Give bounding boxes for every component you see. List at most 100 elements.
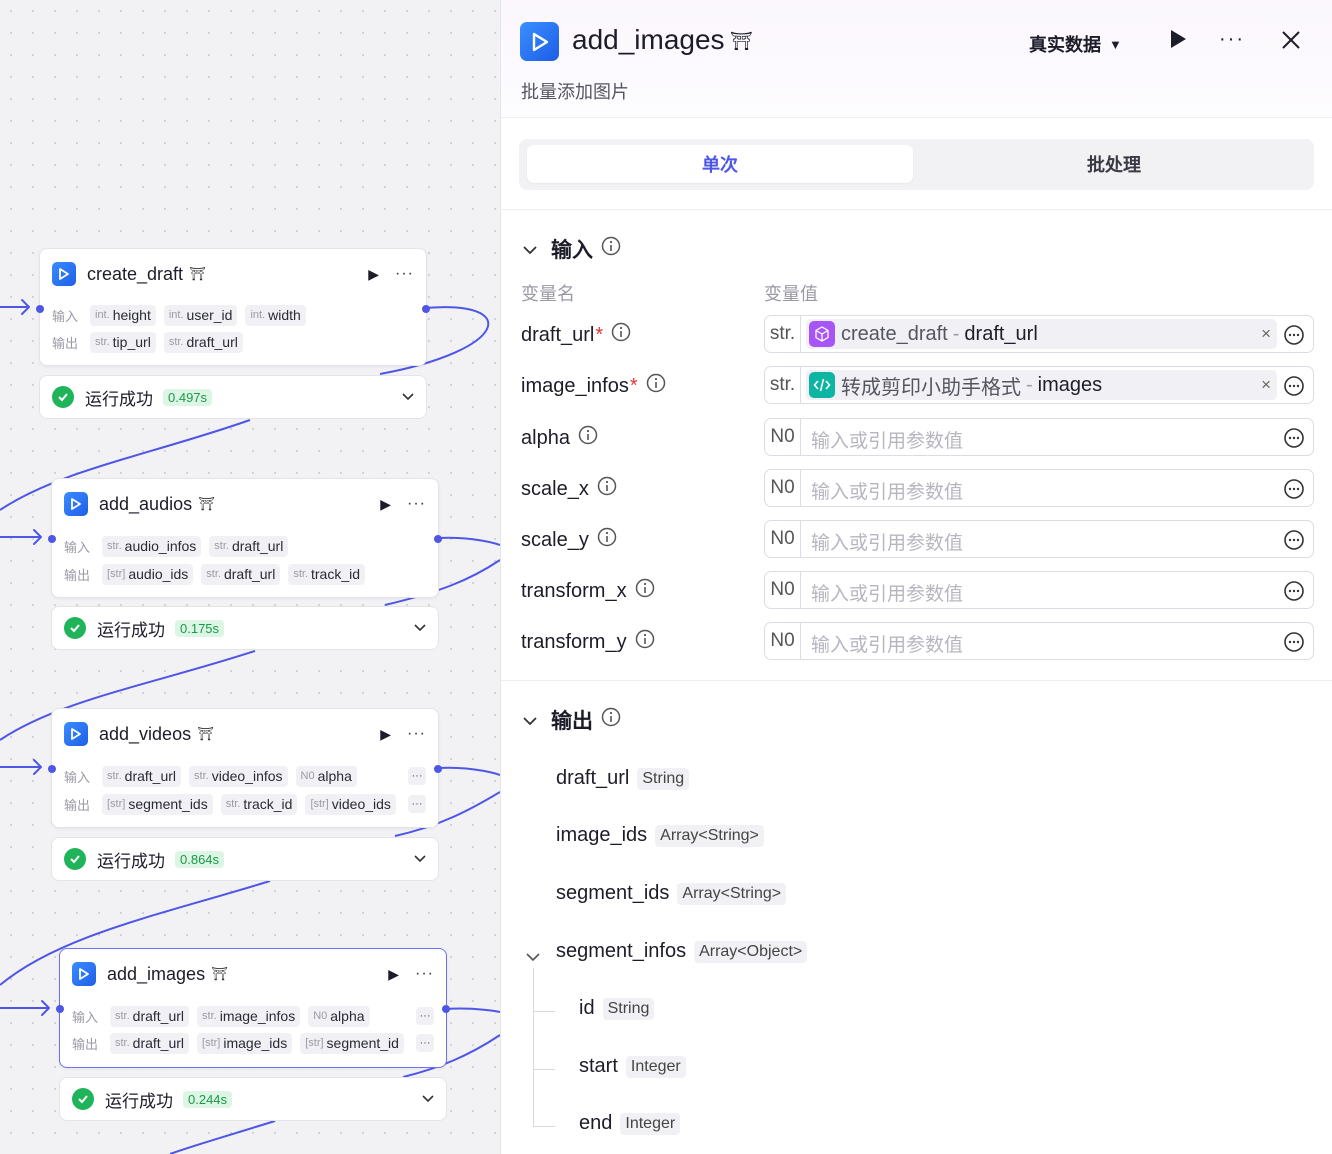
input-port[interactable] bbox=[36, 305, 44, 313]
reference-chip[interactable]: 转成剪印小助手格式 - images × bbox=[806, 370, 1277, 400]
more-params-button[interactable]: ··· bbox=[408, 795, 426, 813]
tab-batch[interactable]: 批处理 bbox=[921, 145, 1307, 183]
node-add-audios[interactable]: add_audios ⛩ ▶ ··· 输入 str. audio_infos st… bbox=[48, 478, 442, 598]
more-params-button[interactable]: ··· bbox=[416, 1007, 434, 1025]
variable-picker-icon[interactable] bbox=[1283, 478, 1305, 505]
chevron-down-icon bbox=[523, 237, 537, 261]
output-port[interactable] bbox=[422, 305, 430, 313]
param-tag: [str] segment_id bbox=[300, 1032, 404, 1054]
node-status-bar[interactable]: 运行成功 0.864s bbox=[51, 837, 439, 881]
info-icon[interactable] bbox=[646, 373, 666, 399]
node-more-button[interactable]: ··· bbox=[395, 266, 414, 282]
more-params-button[interactable]: ··· bbox=[408, 767, 426, 785]
param-tag: int. height bbox=[90, 304, 156, 326]
output-child-item: id String bbox=[579, 997, 655, 1020]
chevron-down-icon[interactable] bbox=[402, 388, 414, 406]
node-more-button[interactable]: ··· bbox=[407, 726, 426, 742]
clear-icon[interactable]: × bbox=[1261, 375, 1271, 395]
output-item-expandable[interactable]: segment_infos Array<Object> bbox=[556, 940, 808, 963]
node-header: create_draft ⛩ ▶ ··· bbox=[52, 261, 414, 287]
reference-chip[interactable]: create_draft - draft_url × bbox=[806, 319, 1277, 349]
output-type-badge: Integer bbox=[620, 1112, 681, 1135]
param-value-field[interactable]: N0 输入或引用参数值 bbox=[764, 469, 1314, 507]
node-add-videos[interactable]: add_videos ⛩ ▶ ··· 输入 str. draft_url str.… bbox=[48, 708, 442, 828]
tree-line bbox=[533, 1069, 555, 1070]
param-value-field[interactable]: str. 转成剪印小助手格式 - images × bbox=[764, 366, 1314, 404]
info-icon[interactable] bbox=[601, 707, 621, 733]
input-row-label: 输入 bbox=[52, 308, 79, 324]
param-value-field[interactable]: N0 输入或引用参数值 bbox=[764, 520, 1314, 558]
output-port[interactable] bbox=[434, 765, 442, 773]
variable-picker-icon[interactable] bbox=[1283, 631, 1305, 658]
info-icon[interactable] bbox=[597, 527, 617, 553]
info-icon[interactable] bbox=[578, 425, 598, 451]
chevron-down-icon[interactable] bbox=[414, 619, 426, 637]
output-port[interactable] bbox=[434, 535, 442, 543]
input-row-label: 输入 bbox=[72, 1009, 99, 1025]
output-name: segment_infos bbox=[556, 940, 687, 962]
variable-picker-icon[interactable] bbox=[1283, 580, 1305, 607]
chevron-down-icon[interactable] bbox=[422, 1090, 434, 1108]
more-params-button[interactable]: ··· bbox=[416, 1034, 434, 1052]
edge bbox=[437, 536, 500, 546]
close-icon[interactable] bbox=[1281, 30, 1301, 55]
node-create-draft[interactable]: create_draft ⛩ ▶ ··· 输入 int. height int. u… bbox=[36, 248, 430, 366]
input-section-toggle[interactable]: 输入 bbox=[523, 234, 621, 264]
param-tag: str. track_id bbox=[288, 563, 366, 585]
param-value-field[interactable]: N0 输入或引用参数值 bbox=[764, 622, 1314, 660]
chevron-down-icon[interactable] bbox=[414, 850, 426, 868]
param-value-field[interactable]: str. create_draft - draft_url × bbox=[764, 315, 1314, 353]
node-output-row: 输出 [str] audio_ids str. draft_url str. trac… bbox=[64, 563, 426, 585]
node-input-row: 输入 str. audio_infos str. draft_url bbox=[64, 535, 426, 557]
input-port[interactable] bbox=[48, 535, 56, 543]
jianying-logo-icon bbox=[64, 492, 88, 516]
panel-header: add_images ⛩ 批量添加图片 真实数据 ▼ ··· bbox=[501, 0, 1332, 118]
status-time-badge: 0.497s bbox=[163, 388, 213, 406]
param-value-field[interactable]: N0 输入或引用参数值 bbox=[764, 571, 1314, 609]
input-port[interactable] bbox=[48, 765, 56, 773]
node-run-button[interactable]: ▶ bbox=[388, 966, 399, 983]
node-more-button[interactable]: ··· bbox=[407, 496, 426, 512]
node-output-row: 输出 str. draft_url [str] image_ids [str] seg… bbox=[72, 1032, 434, 1054]
variable-picker-icon[interactable] bbox=[1283, 529, 1305, 556]
node-run-button[interactable]: ▶ bbox=[380, 726, 391, 743]
node-run-button[interactable]: ▶ bbox=[368, 266, 379, 283]
chevron-down-icon[interactable] bbox=[526, 949, 540, 967]
tab-single[interactable]: 单次 bbox=[527, 145, 913, 183]
run-button[interactable] bbox=[1169, 29, 1187, 54]
variable-picker-icon[interactable] bbox=[1283, 324, 1305, 351]
param-value-field[interactable]: N0 输入或引用参数值 bbox=[764, 418, 1314, 456]
info-icon[interactable] bbox=[611, 322, 631, 348]
more-icon[interactable]: ··· bbox=[1219, 29, 1245, 49]
data-mode-dropdown[interactable]: 真实数据 ▼ bbox=[1029, 31, 1122, 57]
output-port[interactable] bbox=[442, 1005, 450, 1013]
info-icon[interactable] bbox=[635, 578, 655, 604]
node-header: add_videos ⛩ ▶ ··· bbox=[64, 721, 426, 747]
type-badge: str. bbox=[765, 316, 801, 352]
node-status-bar[interactable]: 运行成功 0.244s bbox=[59, 1077, 447, 1121]
variable-picker-icon[interactable] bbox=[1283, 375, 1305, 402]
node-add-images[interactable]: add_images ⛩ ▶ ··· 输入 str. draft_url str.… bbox=[56, 948, 450, 1068]
output-section-toggle[interactable]: 输出 bbox=[523, 705, 621, 735]
output-name: id bbox=[579, 997, 595, 1019]
node-header: add_images ⛩ ▶ ··· bbox=[72, 961, 434, 987]
node-more-button[interactable]: ··· bbox=[415, 966, 434, 982]
info-icon[interactable] bbox=[635, 629, 655, 655]
node-input-row: 输入 str. draft_url str. image_infos N0 alpha… bbox=[72, 1005, 434, 1027]
input-port[interactable] bbox=[56, 1005, 64, 1013]
input-row-alpha: alpha N0 输入或引用参数值 bbox=[501, 418, 1332, 456]
placeholder-text: 输入或引用参数值 bbox=[811, 533, 964, 554]
node-status-bar[interactable]: 运行成功 0.175s bbox=[51, 606, 439, 650]
workflow-canvas[interactable]: create_draft ⛩ ▶ ··· 输入 int. height int. u… bbox=[0, 0, 500, 1154]
section-title: 输出 bbox=[551, 710, 593, 733]
variable-picker-icon[interactable] bbox=[1283, 427, 1305, 454]
node-title: add_audios bbox=[99, 493, 193, 514]
node-run-button[interactable]: ▶ bbox=[380, 496, 391, 513]
plugin-flag-icon: ⛩ bbox=[198, 496, 215, 511]
node-status-bar[interactable]: 运行成功 0.497s bbox=[39, 375, 427, 419]
info-icon[interactable] bbox=[601, 236, 621, 262]
output-item: image_ids Array<String> bbox=[556, 824, 764, 847]
ref-field-name: images bbox=[1037, 373, 1103, 396]
info-icon[interactable] bbox=[597, 476, 617, 502]
clear-icon[interactable]: × bbox=[1261, 324, 1271, 344]
